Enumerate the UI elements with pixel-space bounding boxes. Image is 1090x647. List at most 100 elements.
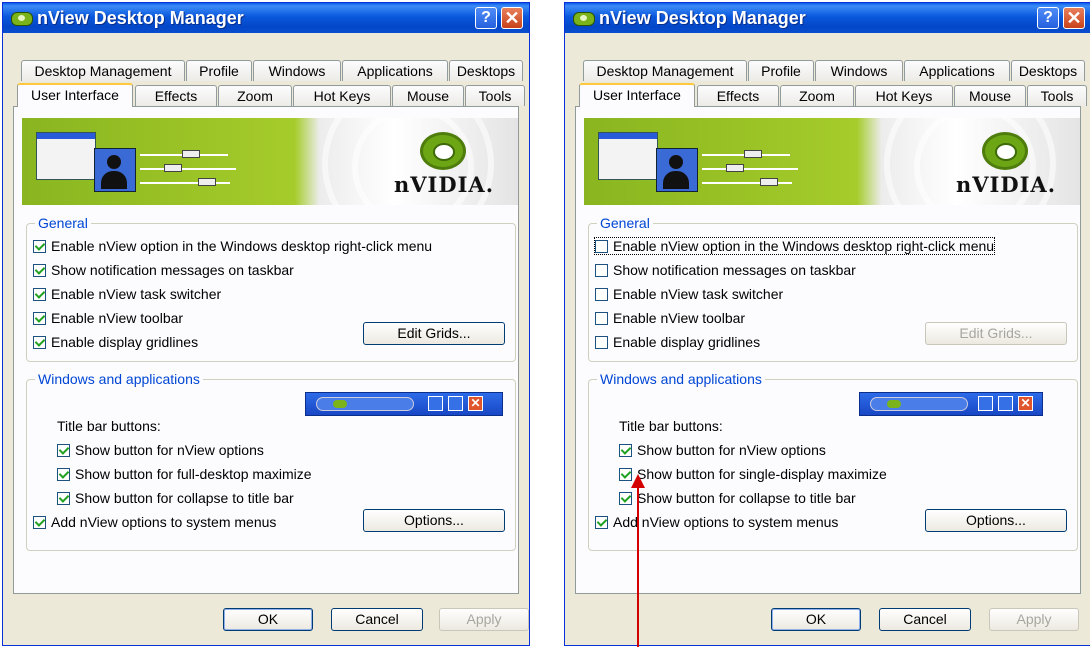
checkbox-row-collapse[interactable]: Show button for collapse to title bar [57,490,294,506]
help-button[interactable]: ? [1037,7,1059,29]
close-icon: ✕ [1018,396,1033,411]
nview-window-left: nView Desktop Manager ? ✕ Desktop Manage… [2,2,530,646]
close-button[interactable]: ✕ [1063,7,1085,29]
cancel-button[interactable]: Cancel [331,608,423,631]
checkbox-row-maximize[interactable]: Show button for single-display maximize [619,466,887,482]
checkbox-row-toolbar[interactable]: Enable nView toolbar [33,310,183,326]
checkbox[interactable] [595,515,608,529]
checkbox[interactable] [33,311,46,325]
checkbox[interactable] [595,311,608,325]
tab-effects[interactable]: Effects [697,85,779,106]
checkbox[interactable] [595,335,608,349]
checkbox[interactable] [595,239,608,253]
apply-button[interactable]: Apply [439,608,529,631]
tab-strip: Desktop Management Profile Windows Appli… [13,35,525,107]
checkbox[interactable] [619,443,632,457]
tab-windows[interactable]: Windows [253,60,341,81]
window-illustration-icon [598,132,658,180]
slider-knob-icon [182,150,200,158]
checkbox-row-task-switcher[interactable]: Enable nView task switcher [33,286,221,302]
checkbox-label: Show button for full-desktop maximize [75,466,312,482]
checkbox[interactable] [57,443,70,457]
apply-button[interactable]: Apply [989,608,1079,631]
checkbox-row-gridlines[interactable]: Enable display gridlines [595,334,760,350]
tab-mouse[interactable]: Mouse [954,85,1026,106]
edit-grids-button[interactable]: Edit Grids... [925,322,1067,345]
slider-knob-icon [164,164,182,172]
tab-user-interface[interactable]: User Interface [579,83,695,107]
windows-applications-group: Windows and applications ✕ Title bar but… [588,371,1078,551]
checkbox-label: Show button for single-display maximize [637,466,887,482]
ok-button[interactable]: OK [223,608,313,631]
checkbox-label: Add nView options to system menus [51,514,277,530]
checkbox-row-collapse[interactable]: Show button for collapse to title bar [619,490,856,506]
user-silhouette-icon [656,148,698,192]
checkbox-row-gridlines[interactable]: Enable display gridlines [33,334,198,350]
checkbox[interactable] [619,491,632,505]
checkbox[interactable] [33,515,46,529]
checkbox-row-toolbar[interactable]: Enable nView toolbar [595,310,745,326]
tab-profile[interactable]: Profile [186,60,252,81]
tab-strip: Desktop Management Profile Windows Appli… [575,35,1087,107]
slider-knob-icon [760,178,778,186]
slider-knob-icon [198,178,216,186]
close-icon: ✕ [468,396,483,411]
tab-profile[interactable]: Profile [748,60,814,81]
checkbox-label: Enable display gridlines [613,334,761,350]
checkbox[interactable] [33,263,46,277]
checkbox-label: Show button for collapse to title bar [75,490,294,506]
checkbox[interactable] [595,263,608,277]
tab-tools[interactable]: Tools [465,85,525,106]
nvidia-banner: nVIDIA. [584,118,1080,205]
tab-effects[interactable]: Effects [135,85,217,106]
tab-zoom[interactable]: Zoom [780,85,854,106]
checkbox-row-nview-options[interactable]: Show button for nView options [619,442,826,458]
help-button[interactable]: ? [475,7,497,29]
tab-mouse[interactable]: Mouse [392,85,464,106]
tab-zoom[interactable]: Zoom [218,85,292,106]
checkbox[interactable] [33,335,46,349]
checkbox-row-nview-options[interactable]: Show button for nView options [57,442,264,458]
tab-desktops[interactable]: Desktops [1011,60,1085,81]
cancel-button[interactable]: Cancel [879,608,971,631]
checkbox-label: Enable nView option in the Windows deskt… [613,238,995,254]
tab-desktop-management[interactable]: Desktop Management [21,60,185,81]
tab-desktop-management[interactable]: Desktop Management [583,60,747,81]
checkbox-row-task-switcher[interactable]: Enable nView task switcher [595,286,783,302]
title-bar[interactable]: nView Desktop Manager ? ✕ [565,3,1090,33]
checkbox-label: Show button for nView options [637,442,826,458]
ok-button[interactable]: OK [771,608,861,631]
checkbox-row-notifications[interactable]: Show notification messages on taskbar [33,262,294,278]
tab-applications[interactable]: Applications [342,60,448,81]
arrowhead-icon [631,474,645,488]
checkbox-row-notifications[interactable]: Show notification messages on taskbar [595,262,856,278]
checkbox-row-right-click-menu[interactable]: Enable nView option in the Windows deskt… [593,237,996,255]
checkbox-row-right-click-menu[interactable]: Enable nView option in the Windows deskt… [33,238,432,254]
checkbox[interactable] [595,287,608,301]
options-button[interactable]: Options... [925,509,1067,532]
tab-hot-keys[interactable]: Hot Keys [293,85,391,106]
maximize-icon [448,396,463,411]
tab-windows[interactable]: Windows [815,60,903,81]
title-bar-preview: ✕ [305,392,503,416]
checkbox-row-maximize[interactable]: Show button for full-desktop maximize [57,466,312,482]
title-bar[interactable]: nView Desktop Manager ? ✕ [3,3,529,33]
tab-user-interface[interactable]: User Interface [17,83,133,107]
checkbox[interactable] [33,287,46,301]
options-button[interactable]: Options... [363,509,505,532]
windows-applications-legend: Windows and applications [597,371,765,387]
tab-applications[interactable]: Applications [904,60,1010,81]
checkbox-row-system-menus[interactable]: Add nView options to system menus [33,514,276,530]
close-button[interactable]: ✕ [501,7,523,29]
tab-desktops[interactable]: Desktops [449,60,523,81]
checkbox[interactable] [57,467,70,481]
checkbox[interactable] [33,239,46,253]
checkbox[interactable] [57,491,70,505]
tab-hot-keys[interactable]: Hot Keys [855,85,953,106]
tab-tools[interactable]: Tools [1027,85,1087,106]
edit-grids-button[interactable]: Edit Grids... [363,322,505,345]
checkbox-label: Enable nView option in the Windows deskt… [51,238,433,254]
windows-applications-legend: Windows and applications [35,371,203,387]
window-title: nView Desktop Manager [599,8,806,28]
checkbox-row-system-menus[interactable]: Add nView options to system menus [595,514,838,530]
